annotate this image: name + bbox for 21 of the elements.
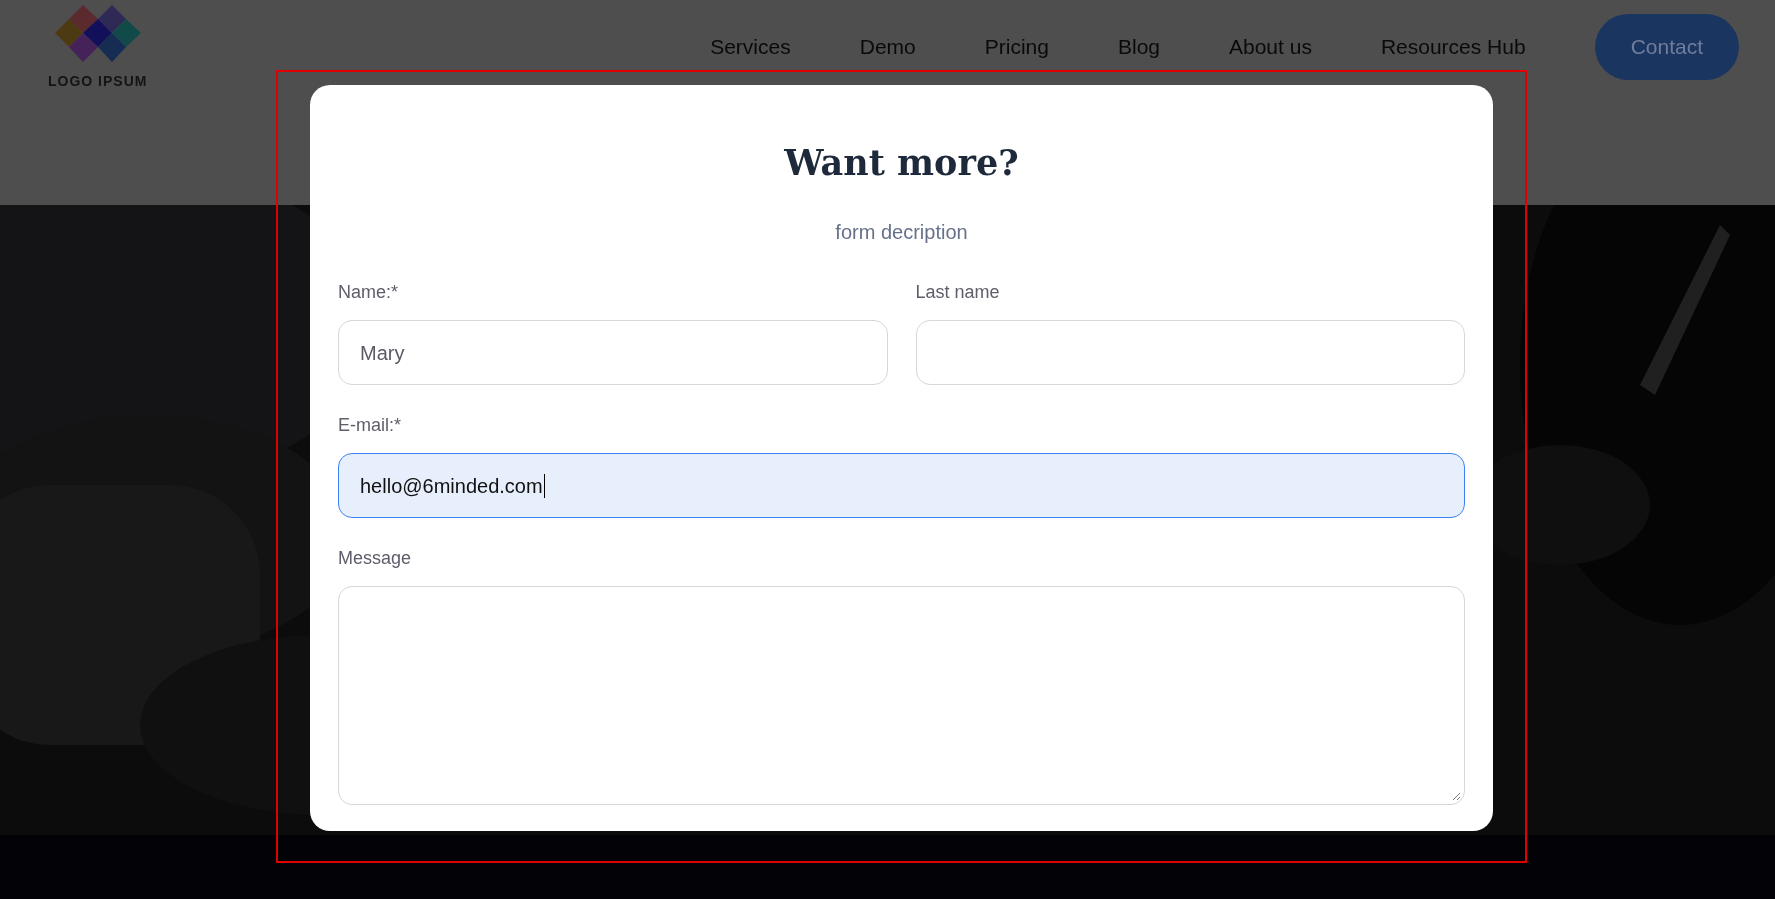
contact-button[interactable]: Contact <box>1594 14 1739 80</box>
resize-handle-icon[interactable] <box>1451 791 1461 801</box>
input-field[interactable]: Mary <box>338 320 888 385</box>
message-field[interactable] <box>338 586 1465 805</box>
form-description: form decription <box>834 220 969 244</box>
nav-link[interactable]: Services <box>710 31 791 63</box>
logo-text: LOGO IPSUM <box>48 72 148 91</box>
nav-link[interactable]: Resources Hub <box>1380 31 1526 63</box>
nav-link[interactable]: Demo <box>859 31 916 63</box>
input-field[interactable] <box>915 320 1465 385</box>
logo-icon <box>54 5 141 63</box>
field-label: E-mail:* <box>338 414 402 436</box>
field-label: Message <box>338 547 413 569</box>
text-cursor <box>543 473 546 498</box>
nav-link[interactable]: Pricing <box>984 31 1049 63</box>
field-label: Name:* <box>338 281 400 303</box>
modal-title: Want more? <box>783 141 1020 185</box>
field-label: Last name <box>915 281 1001 303</box>
input-field[interactable]: hello@6minded.com <box>338 453 1465 518</box>
nav-link[interactable]: About us <box>1229 31 1312 63</box>
nav-link[interactable]: Blog <box>1117 31 1160 63</box>
